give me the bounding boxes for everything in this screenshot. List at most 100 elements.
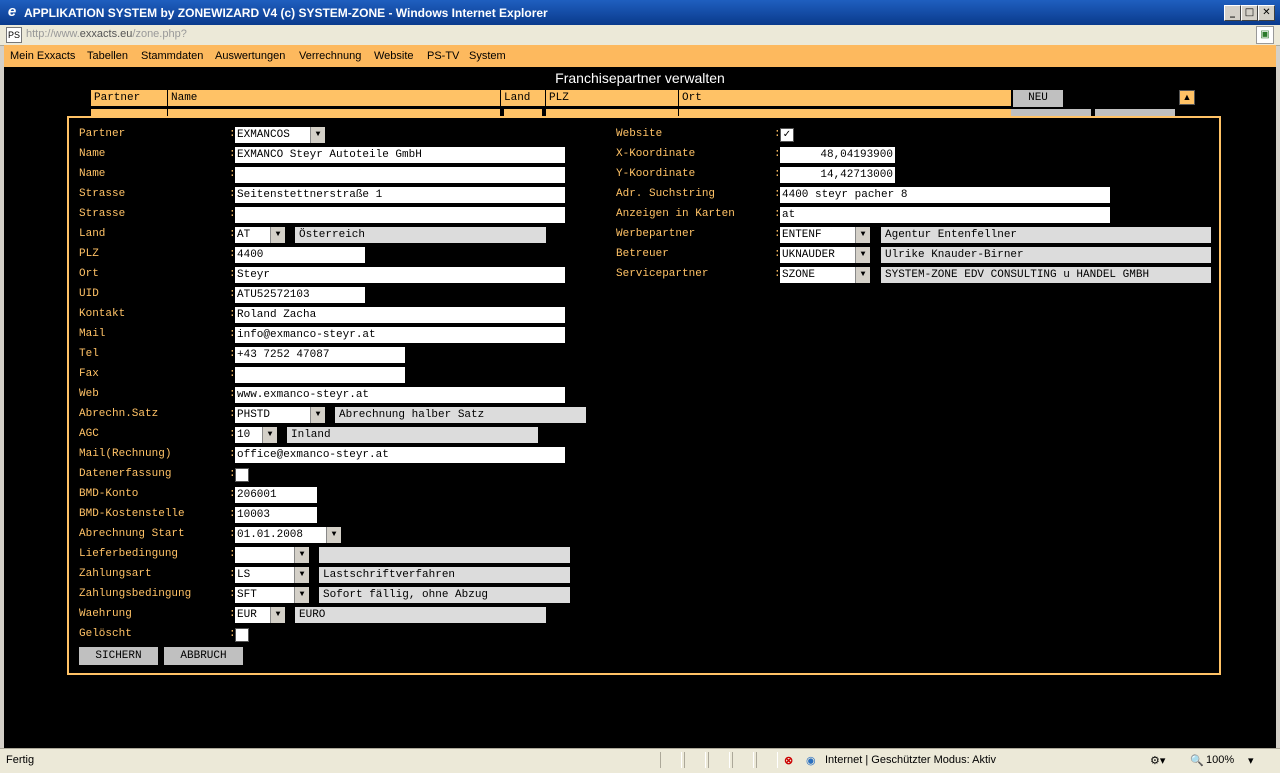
list-row-cell[interactable]	[504, 109, 542, 116]
zahlungsart-select[interactable]: LS ▼	[235, 567, 309, 583]
label-geloescht: Gelöscht	[79, 628, 132, 640]
column-header-plz[interactable]: PLZ	[546, 90, 678, 106]
chevron-down-icon: ▼	[855, 267, 870, 283]
agc-select[interactable]: 10 ▼	[235, 427, 277, 443]
menu-item-system[interactable]: System	[469, 50, 506, 62]
plz-input[interactable]: 4400	[235, 247, 365, 263]
minimize-icon[interactable]: _	[1224, 5, 1241, 21]
label-kontakt: Kontakt	[79, 308, 126, 320]
save-button[interactable]: SICHERN	[79, 647, 158, 665]
ort-input[interactable]: Steyr	[235, 267, 565, 283]
menu-item-auswertungen[interactable]: Auswertungen	[215, 50, 285, 62]
menu-item-tabellen[interactable]: Tabellen	[87, 50, 128, 62]
zahlungsart-description: Lastschriftverfahren	[319, 567, 570, 583]
tel-input[interactable]: +43 7252 47087	[235, 347, 405, 363]
partner-select[interactable]: EXMANCOS ▼	[235, 127, 325, 143]
mail-input[interactable]: info@exmanco-steyr.at	[235, 327, 565, 343]
menu-item-mein-exxacts[interactable]: Mein Exxacts	[10, 50, 75, 62]
list-row-button-right[interactable]	[1095, 109, 1175, 116]
list-row-cell[interactable]	[168, 109, 500, 116]
betreuer-select[interactable]: UKNAUDER ▼	[780, 247, 870, 263]
label-datenerfassung: Datenerfassung	[79, 468, 172, 480]
chevron-down-icon: ▼	[270, 607, 285, 623]
werbepartner-select[interactable]: ENTENF ▼	[780, 227, 870, 243]
status-text: Fertig	[6, 754, 35, 766]
anzeigen-in-karten-input[interactable]: at	[780, 207, 1110, 223]
datenerfassung-checkbox[interactable]	[235, 468, 249, 482]
name2-input[interactable]	[235, 167, 565, 183]
column-header-land[interactable]: Land	[501, 90, 545, 106]
column-header-name[interactable]: Name	[168, 90, 500, 106]
maximize-icon[interactable]: □	[1241, 5, 1258, 21]
bmd-konto-input[interactable]: 206001	[235, 487, 317, 503]
uid-input[interactable]: ATU52572103	[235, 287, 365, 303]
strasse1-input[interactable]: Seitenstettnerstraße 1	[235, 187, 565, 203]
list-row-cell[interactable]	[679, 109, 1011, 116]
settings-icon[interactable]: ⚙▾	[1150, 754, 1165, 767]
waehrung-description: EURO	[295, 607, 546, 623]
website-checkbox[interactable]: ✓	[780, 128, 794, 142]
label-strasse: Strasse	[79, 188, 126, 200]
land-select[interactable]: AT ▼	[235, 227, 285, 243]
strasse2-input[interactable]	[235, 207, 565, 223]
y-koordinate-input[interactable]: 14,42713000	[780, 167, 895, 183]
zahlungsbedingung-value: SFT	[237, 589, 257, 601]
blocked-icon[interactable]: ⊗	[784, 754, 793, 767]
land-value: AT	[237, 229, 251, 241]
abrechn-satz-value: PHSTD	[237, 409, 271, 421]
mail-rechnung-input[interactable]: office@exmanco-steyr.at	[235, 447, 565, 463]
status-divider	[684, 752, 706, 768]
abrechn-satz-select[interactable]: PHSTD ▼	[235, 407, 325, 423]
waehrung-select[interactable]: EUR ▼	[235, 607, 285, 623]
column-header-partner[interactable]: Partner	[91, 90, 167, 106]
security-zone-text[interactable]: Internet | Geschützter Modus: Aktiv	[825, 754, 996, 766]
close-icon[interactable]: ✕	[1258, 5, 1275, 21]
page-title: Franchisepartner verwalten	[555, 70, 725, 86]
servicepartner-select[interactable]: SZONE ▼	[780, 267, 870, 283]
column-header-ort[interactable]: Ort	[679, 90, 1011, 106]
compatibility-icon[interactable]: ▣	[1256, 26, 1274, 44]
window-titlebar: e APPLIKATION SYSTEM by ZONEWIZARD V4 (c…	[0, 0, 1280, 25]
adr-suchstring-input[interactable]: 4400 steyr pacher 8	[780, 187, 1110, 203]
url-field[interactable]: http://www.exxacts.eu/zone.php?	[26, 28, 187, 40]
menu-item-website[interactable]: Website	[374, 50, 414, 62]
label-bmd-kostenstelle: BMD-Kostenstelle	[79, 508, 185, 520]
agc-description: Inland	[287, 427, 538, 443]
web-input[interactable]: www.exmanco-steyr.at	[235, 387, 565, 403]
new-button[interactable]: NEU	[1013, 90, 1063, 107]
address-bar[interactable]: PS http://www.exxacts.eu/zone.php? ▣	[0, 25, 1280, 46]
list-row-button-left[interactable]	[1011, 109, 1091, 116]
cancel-button[interactable]: ABBRUCH	[164, 647, 243, 665]
list-row-cell[interactable]	[91, 109, 167, 116]
geloescht-checkbox[interactable]	[235, 628, 249, 642]
label-y-koordinate: Y-Koordinate	[616, 168, 696, 180]
scroll-up-icon[interactable]: ▲	[1179, 90, 1195, 105]
status-divider	[708, 752, 730, 768]
zahlungsbedingung-select[interactable]: SFT ▼	[235, 587, 309, 603]
chevron-down-icon: ▼	[855, 247, 870, 263]
status-bar: Fertig ⊗ ◉ Internet | Geschützter Modus:…	[0, 748, 1280, 773]
zoom-level[interactable]: 100%	[1206, 754, 1234, 766]
menu-item-ps-tv[interactable]: PS-TV	[427, 50, 459, 62]
fax-input[interactable]	[235, 367, 405, 383]
menu-item-verrechnung[interactable]: Verrechnung	[299, 50, 361, 62]
x-koordinate-input[interactable]: 48,04193900	[780, 147, 895, 163]
abrechnung-start-select[interactable]: 01.01.2008 ▼	[235, 527, 341, 543]
bmd-kostenstelle-input[interactable]: 10003	[235, 507, 317, 523]
abrechnung-start-value: 01.01.2008	[237, 529, 304, 541]
app-menubar: Mein Exxacts Tabellen Stammdaten Auswert…	[4, 45, 1276, 67]
menu-item-stammdaten[interactable]: Stammdaten	[141, 50, 203, 62]
label-web: Web	[79, 388, 99, 400]
label-name: Name	[79, 148, 106, 160]
kontakt-input[interactable]: Roland Zacha	[235, 307, 565, 323]
label-mail: Mail	[79, 328, 106, 340]
label-name2: Name	[79, 168, 106, 180]
chevron-down-icon[interactable]: ▾	[1248, 754, 1254, 767]
label-abrechnung-start: Abrechnung Start	[79, 528, 185, 540]
list-row-cell[interactable]	[546, 109, 678, 116]
chevron-down-icon: ▼	[294, 567, 309, 583]
zoom-icon[interactable]: 🔍	[1190, 754, 1204, 767]
name1-input[interactable]: EXMANCO Steyr Autoteile GmbH	[235, 147, 565, 163]
label-anzeigen-in-karten: Anzeigen in Karten	[616, 208, 735, 220]
lieferbedingung-select[interactable]: ▼	[235, 547, 309, 563]
